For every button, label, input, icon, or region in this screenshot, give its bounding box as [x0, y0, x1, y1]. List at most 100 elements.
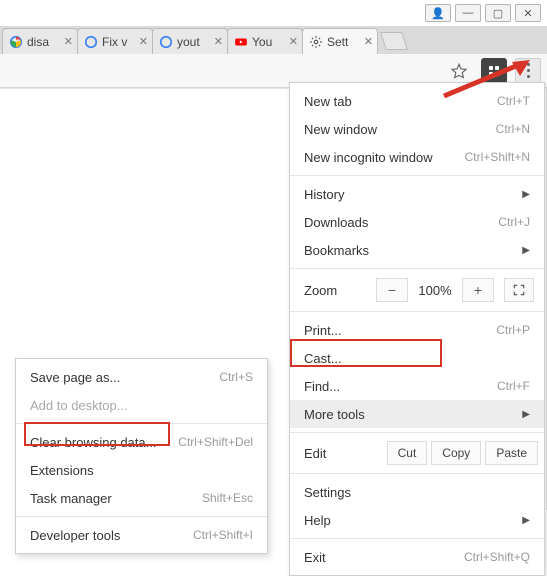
copy-button[interactable]: Copy [431, 441, 481, 465]
menu-history[interactable]: History ▶ [290, 180, 544, 208]
tab-1[interactable]: Fix v ✕ [77, 28, 153, 54]
tab-title: You [252, 35, 285, 49]
menu-separator [290, 311, 544, 312]
tab-title: disa [27, 35, 60, 49]
close-icon[interactable]: ✕ [214, 35, 223, 48]
menu-shortcut: Ctrl+T [497, 94, 530, 108]
tab-title: Sett [327, 35, 360, 49]
menu-label: Bookmarks [304, 243, 522, 258]
close-button[interactable]: ✕ [515, 4, 541, 22]
submenu-clear-browsing-data[interactable]: Clear browsing data... Ctrl+Shift+Del [16, 428, 267, 456]
extension-button[interactable] [481, 58, 507, 84]
menu-cast[interactable]: Cast... [290, 344, 544, 372]
youtube-icon [234, 35, 248, 49]
submenu-add-to-desktop[interactable]: Add to desktop... [16, 391, 267, 419]
submenu-separator [16, 516, 267, 517]
menu-shortcut: Ctrl+J [498, 215, 530, 229]
menu-shortcut: Ctrl+P [496, 323, 530, 337]
menu-separator [290, 432, 544, 433]
zoom-in-button[interactable]: + [462, 278, 494, 302]
chevron-right-icon: ▶ [522, 245, 530, 256]
submenu-shortcut: Ctrl+Shift+Del [178, 435, 253, 449]
menu-incognito[interactable]: New incognito window Ctrl+Shift+N [290, 143, 544, 171]
menu-new-window[interactable]: New window Ctrl+N [290, 115, 544, 143]
submenu-shortcut: Ctrl+Shift+I [193, 528, 253, 542]
minimize-button[interactable]: — [455, 4, 481, 22]
close-icon[interactable]: ✕ [364, 35, 373, 48]
menu-label: Downloads [304, 215, 498, 230]
submenu-label: Add to desktop... [30, 398, 253, 413]
menu-label: Help [304, 513, 522, 528]
paste-button[interactable]: Paste [485, 441, 538, 465]
menu-shortcut: Ctrl+Shift+Q [464, 550, 530, 564]
menu-label: Find... [304, 379, 497, 394]
submenu-label: Save page as... [30, 370, 219, 385]
tab-2[interactable]: yout ✕ [152, 28, 228, 54]
menu-separator [290, 175, 544, 176]
submenu-separator [16, 423, 267, 424]
tab-title: Fix v [102, 35, 135, 49]
tab-strip: disa ✕ Fix v ✕ yout ✕ You ✕ Sett ✕ [0, 26, 547, 54]
submenu-label: Task manager [30, 491, 202, 506]
menu-find[interactable]: Find... Ctrl+F [290, 372, 544, 400]
menu-label: New window [304, 122, 496, 137]
menu-zoom: Zoom − 100% + [290, 273, 544, 307]
submenu-save-page[interactable]: Save page as... Ctrl+S [16, 363, 267, 391]
submenu-extensions[interactable]: Extensions [16, 456, 267, 484]
window-controls: 👤 — ▢ ✕ [425, 4, 541, 22]
chrome-main-menu: New tab Ctrl+T New window Ctrl+N New inc… [289, 82, 545, 576]
maximize-button[interactable]: ▢ [485, 4, 511, 22]
close-icon[interactable]: ✕ [139, 35, 148, 48]
google-icon [159, 35, 173, 49]
menu-more-tools[interactable]: More tools ▶ [290, 400, 544, 428]
menu-print[interactable]: Print... Ctrl+P [290, 316, 544, 344]
zoom-label: Zoom [304, 283, 372, 298]
menu-label: More tools [304, 407, 522, 422]
menu-edit: Edit Cut Copy Paste [290, 437, 544, 469]
tab-0[interactable]: disa ✕ [2, 28, 78, 54]
zoom-out-button[interactable]: − [376, 278, 408, 302]
menu-downloads[interactable]: Downloads Ctrl+J [290, 208, 544, 236]
submenu-developer-tools[interactable]: Developer tools Ctrl+Shift+I [16, 521, 267, 549]
menu-bookmarks[interactable]: Bookmarks ▶ [290, 236, 544, 264]
zoom-value: 100% [412, 283, 458, 298]
chrome-menu-button[interactable] [515, 58, 541, 84]
more-tools-submenu: Save page as... Ctrl+S Add to desktop...… [15, 358, 268, 554]
new-tab-button[interactable] [380, 32, 408, 50]
menu-separator [290, 268, 544, 269]
chevron-right-icon: ▶ [522, 515, 530, 526]
chevron-right-icon: ▶ [522, 409, 530, 420]
menu-label: New tab [304, 94, 497, 109]
submenu-label: Developer tools [30, 528, 193, 543]
cut-button[interactable]: Cut [387, 441, 428, 465]
menu-shortcut: Ctrl+N [496, 122, 530, 136]
menu-settings[interactable]: Settings [290, 478, 544, 506]
google-icon [9, 35, 23, 49]
submenu-label: Clear browsing data... [30, 435, 178, 450]
submenu-task-manager[interactable]: Task manager Shift+Esc [16, 484, 267, 512]
tab-title: yout [177, 35, 210, 49]
tab-4[interactable]: Sett ✕ [302, 28, 378, 54]
close-icon[interactable]: ✕ [289, 35, 298, 48]
chevron-right-icon: ▶ [522, 189, 530, 200]
submenu-shortcut: Ctrl+S [219, 370, 253, 384]
gear-icon [309, 35, 323, 49]
fullscreen-button[interactable] [504, 278, 534, 302]
menu-exit[interactable]: Exit Ctrl+Shift+Q [290, 543, 544, 571]
menu-label: New incognito window [304, 150, 465, 165]
submenu-shortcut: Shift+Esc [202, 491, 253, 505]
profile-button[interactable]: 👤 [425, 4, 451, 22]
submenu-label: Extensions [30, 463, 253, 478]
menu-new-tab[interactable]: New tab Ctrl+T [290, 87, 544, 115]
menu-label: Cast... [304, 351, 530, 366]
menu-label: Print... [304, 323, 496, 338]
close-icon[interactable]: ✕ [64, 35, 73, 48]
edit-label: Edit [304, 446, 383, 461]
menu-shortcut: Ctrl+F [497, 379, 530, 393]
bookmark-star-button[interactable] [445, 57, 473, 85]
google-icon [84, 35, 98, 49]
menu-separator [290, 538, 544, 539]
tab-3[interactable]: You ✕ [227, 28, 303, 54]
menu-shortcut: Ctrl+Shift+N [465, 150, 530, 164]
menu-help[interactable]: Help ▶ [290, 506, 544, 534]
